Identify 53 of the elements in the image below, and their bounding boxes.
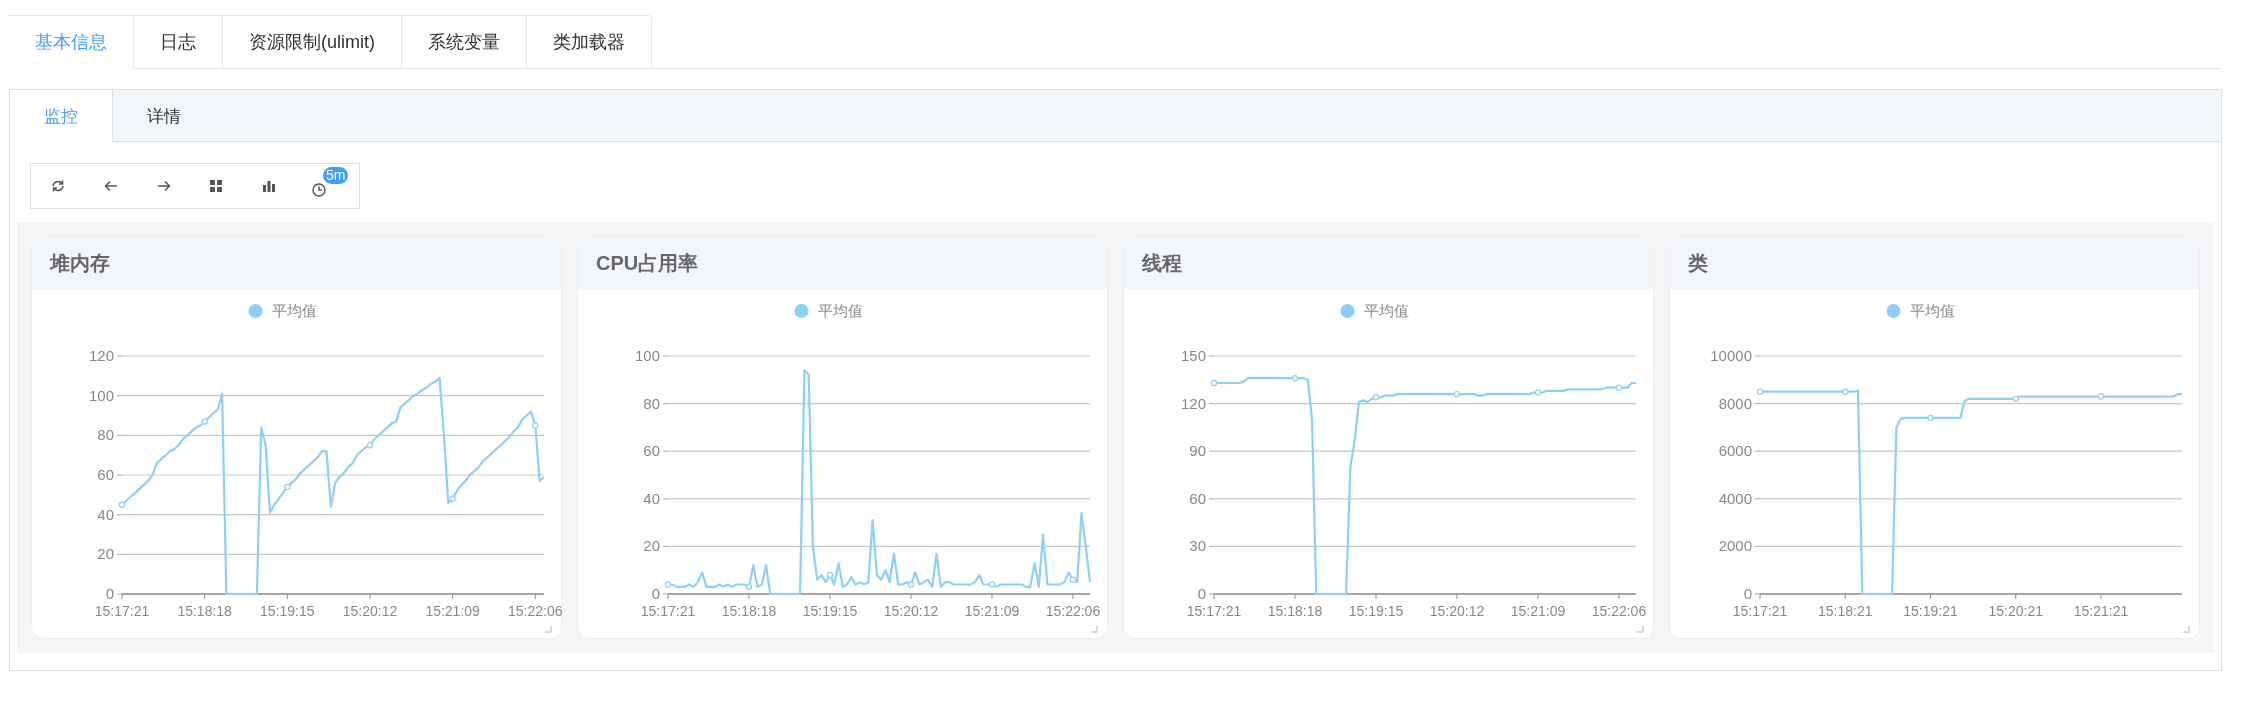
x-axis-label: 15:20:21 (1988, 603, 2043, 619)
y-axis-label: 100 (88, 386, 114, 404)
y-axis-label: 6000 (1718, 442, 1752, 460)
x-axis-label: 15:17:21 (1732, 603, 1788, 619)
y-axis-label: 120 (1180, 394, 1206, 412)
x-axis-label: 15:21:09 (425, 603, 480, 619)
y-axis-label: 8000 (1718, 394, 1752, 412)
x-axis-label: 15:22:06 (1591, 603, 1647, 619)
x-axis-label: 15:21:09 (964, 603, 1020, 619)
x-axis-label: 15:22:06 (1045, 603, 1101, 619)
y-axis-label: 60 (1189, 489, 1206, 507)
card-title: 类 (1688, 250, 1708, 276)
y-axis-label: 100 (634, 347, 660, 364)
y-axis-label: 2000 (1718, 537, 1752, 555)
y-axis-label: 10000 (1710, 347, 1752, 364)
badge: 5m (323, 167, 349, 184)
y-axis-label: 0 (1743, 585, 1752, 602)
x-axis-label: 15:18:18 (721, 603, 777, 619)
y-axis-label: 150 (1180, 347, 1206, 364)
y-axis-label: 0 (105, 585, 114, 602)
x-axis-label: 15:17:21 (1186, 603, 1242, 619)
y-axis-label: 80 (643, 394, 660, 412)
y-axis-label: 0 (651, 585, 660, 602)
y-axis-label: 20 (97, 545, 114, 563)
x-axis-label: 15:19:15 (260, 603, 315, 619)
y-axis-label: 120 (88, 347, 114, 364)
x-axis-label: 15:20:12 (342, 603, 398, 619)
x-axis-label: 15:19:15 (802, 603, 858, 619)
y-axis-label: 60 (643, 442, 660, 460)
x-axis-label: 15:19:15 (1348, 603, 1404, 619)
y-axis-label: 0 (1197, 585, 1206, 602)
card-title: 线程 (1142, 250, 1182, 276)
x-axis-label: 15:17:21 (640, 603, 696, 619)
x-axis-label: 15:18:21 (1818, 603, 1873, 619)
y-axis-label: 30 (1189, 537, 1206, 555)
x-axis-label: 15:19:21 (1903, 603, 1958, 619)
x-axis-label: 15:18:18 (1267, 603, 1323, 619)
x-axis-label: 15:17:21 (94, 603, 150, 619)
card-title: CPU占用率 (596, 250, 699, 276)
x-axis-label: 15:22:06 (508, 603, 563, 619)
x-axis-label: 15:18:18 (177, 603, 232, 619)
y-axis-label: 20 (643, 537, 660, 555)
x-axis-label: 15:21:09 (1510, 603, 1566, 619)
x-axis-label: 15:21:21 (2073, 603, 2129, 619)
y-axis-label: 60 (97, 466, 114, 483)
y-axis-label: 40 (97, 505, 114, 523)
y-axis-label: 40 (643, 489, 660, 507)
card-title: 堆内存 (50, 250, 110, 276)
x-axis-label: 15:20:12 (1429, 603, 1485, 619)
y-axis-label: 90 (1189, 442, 1206, 460)
x-axis-label: 15:20:12 (883, 603, 939, 619)
y-axis-label: 80 (97, 426, 114, 444)
y-axis-label: 4000 (1718, 489, 1752, 507)
